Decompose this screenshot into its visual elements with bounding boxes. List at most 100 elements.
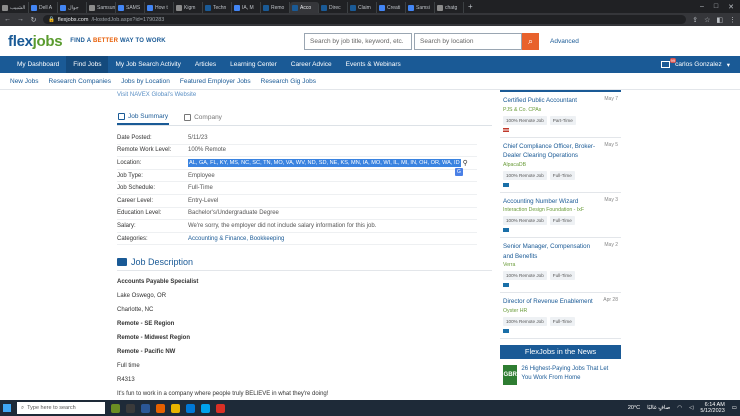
weather-temp[interactable]: 20°C	[628, 405, 640, 411]
tab-favicon-icon	[350, 4, 356, 11]
map-pin-icon: ⚲	[462, 159, 468, 167]
browser-tab[interactable]: chatg	[435, 2, 464, 13]
nav-find-jobs[interactable]: Find Jobs	[66, 56, 109, 73]
tagline: FIND A BETTER WAY TO WORK	[70, 38, 165, 44]
bookmark-star-icon[interactable]: ☆	[704, 16, 710, 24]
categories-link[interactable]: Accounting & Finance, Bookkeeping	[188, 236, 284, 242]
tab-label: IA, M	[242, 4, 254, 11]
vscode-icon[interactable]	[186, 403, 195, 413]
browser-tab[interactable]: SAMS	[116, 2, 145, 13]
browser-tab[interactable]: How t	[145, 2, 174, 13]
nav-my-dashboard[interactable]: My Dashboard	[10, 56, 66, 73]
extensions-icon[interactable]: ◧	[716, 16, 723, 24]
browser-tab[interactable]: Kigm	[174, 2, 203, 13]
menu-dots-icon[interactable]: ⋮	[729, 16, 736, 24]
translate-icon[interactable]: G	[455, 168, 463, 176]
browser-tab[interactable]: Techn	[203, 2, 232, 13]
weather-desc: صافٍ غالبًا	[647, 405, 671, 411]
news-item[interactable]: GBR 26 Highest-Paying Jobs That Let You …	[500, 359, 621, 391]
minimize-icon[interactable]: –	[700, 3, 704, 11]
subnav-new-jobs[interactable]: New Jobs	[10, 78, 39, 85]
description-paragraph: Charlotte, NC	[117, 307, 154, 314]
browser-tab[interactable]: Creati	[377, 2, 406, 13]
similar-job-date: May 2	[604, 242, 618, 248]
job-search-input[interactable]: Search by job title, keyword, etc.	[304, 33, 412, 50]
summary-value: We're sorry, the employer did not includ…	[188, 222, 377, 229]
visit-company-link[interactable]: Visit NAVEX Global's Website	[117, 92, 492, 98]
news-link[interactable]: 26 Highest-Paying Jobs That Let You Work…	[521, 365, 618, 385]
tab-label: جوال	[68, 4, 79, 11]
close-window-icon[interactable]: ✕	[728, 3, 734, 11]
similar-job-title-link[interactable]: Senior Manager, Compensation and Benefit…	[503, 242, 599, 261]
forward-icon[interactable]: →	[17, 16, 24, 23]
browser-tab[interactable]: جوال	[58, 2, 87, 13]
tab-label: Creati	[387, 4, 401, 11]
browser-tab[interactable]: IA, M	[232, 2, 261, 13]
job-tag: 100% Remote Job	[503, 170, 547, 180]
nav-events-webinars[interactable]: Events & Webinars	[339, 56, 408, 73]
tab-favicon-icon	[379, 4, 385, 11]
reload-icon[interactable]: ↻	[30, 16, 37, 24]
advanced-search-link[interactable]: Advanced	[550, 38, 579, 45]
wifi-icon[interactable]: ◠	[677, 405, 682, 411]
search-button[interactable]: ⌕	[522, 33, 539, 50]
taskbar-search-placeholder: Type here to search	[27, 405, 76, 411]
summary-value: Full-Time	[188, 185, 213, 192]
flexjobs-logo[interactable]: flexjobs	[8, 33, 63, 50]
summary-value: 5/11/23	[188, 134, 208, 141]
tab-company[interactable]: Company	[183, 109, 223, 125]
nav-career-advice[interactable]: Career Advice	[284, 56, 339, 73]
clock[interactable]: 6:14 AM 5/12/2023	[700, 402, 724, 414]
file-explorer-icon[interactable]	[171, 403, 180, 413]
subnav-research-gig-jobs[interactable]: Research Gig Jobs	[261, 78, 316, 85]
subnav-jobs-by-location[interactable]: Jobs by Location	[121, 78, 170, 85]
address-bar[interactable]: 🔒 flexjobs.com/HostedJob.aspx?id=1790283	[43, 15, 687, 24]
subnav-featured-employer-jobs[interactable]: Featured Employer Jobs	[180, 78, 251, 85]
tab-job-summary[interactable]: Job Summary	[117, 109, 170, 125]
chrome-icon[interactable]	[216, 403, 225, 413]
mail-icon[interactable]: 99	[661, 58, 677, 68]
user-menu[interactable]: 99 carlos Gonzalez ▾	[661, 58, 730, 69]
back-icon[interactable]: ←	[4, 16, 11, 23]
tab-favicon-icon	[118, 4, 124, 11]
similar-job-title-link[interactable]: Certified Public Accountant	[503, 96, 599, 106]
summary-row-remote-level: Remote Work Level: 100% Remote	[117, 145, 477, 158]
volume-icon[interactable]: ◁	[689, 405, 693, 411]
toolbar-right: ⇪ ☆ ◧ ⋮	[692, 16, 736, 24]
nav-job-search-activity[interactable]: My Job Search Activity	[108, 56, 187, 73]
share-icon[interactable]: ⇪	[692, 16, 698, 24]
new-tab-icon[interactable]: +	[464, 2, 477, 11]
similar-job-title-link[interactable]: Director of Revenue Enablement	[503, 297, 599, 307]
app-icon[interactable]	[141, 403, 150, 413]
browser-tab[interactable]: الشبيب	[0, 2, 29, 13]
nav-learning-center[interactable]: Learning Center	[223, 56, 284, 73]
browser-tab[interactable]: Dell A	[29, 2, 58, 13]
notification-icon[interactable]: ▭	[732, 405, 737, 411]
similar-job-title-link[interactable]: Chief Compliance Officer, Broker-Dealer …	[503, 142, 599, 161]
firefox-icon[interactable]	[156, 403, 165, 413]
summary-value: Entry-Level	[188, 197, 219, 204]
task-view-icon[interactable]	[126, 403, 135, 413]
taskbar: ⌕ Type here to search 20°C صافٍ غالبًا ◠…	[0, 400, 740, 416]
browser-tab[interactable]: Samsi	[406, 2, 435, 13]
job-tag: Full-Time	[549, 316, 575, 326]
windows-start-icon[interactable]	[3, 404, 11, 412]
maximize-icon[interactable]: □	[714, 3, 718, 11]
taskbar-search[interactable]: ⌕ Type here to search	[17, 402, 105, 414]
app-icon[interactable]	[111, 403, 120, 413]
browser-tab[interactable]: Acco	[290, 2, 319, 13]
browser-tab[interactable]: Claim	[348, 2, 377, 13]
subnav-research-companies[interactable]: Research Companies	[49, 78, 112, 85]
location-search-input[interactable]: Search by location	[414, 33, 522, 50]
browser-tab[interactable]: Samsun	[87, 2, 116, 13]
anywhere-icon	[503, 182, 509, 187]
similar-jobs-sidebar: Certified Public Accountant May 7 PJS & Co…	[500, 90, 621, 391]
browser-tab[interactable]: Direc	[319, 2, 348, 13]
nav-articles[interactable]: Articles	[188, 56, 223, 73]
app-icon[interactable]	[201, 403, 210, 413]
summary-label: Career Level:	[117, 197, 154, 204]
similar-job-tags: 100% Remote Job Part-Time	[503, 115, 619, 125]
browser-tab[interactable]: Remo	[261, 2, 290, 13]
similar-job-title-link[interactable]: Accounting Number Wizard	[503, 197, 599, 207]
location-value-selected[interactable]: AL, GA, FL, KY, MS, NC, SC, TN, MO, VA, …	[188, 158, 461, 167]
